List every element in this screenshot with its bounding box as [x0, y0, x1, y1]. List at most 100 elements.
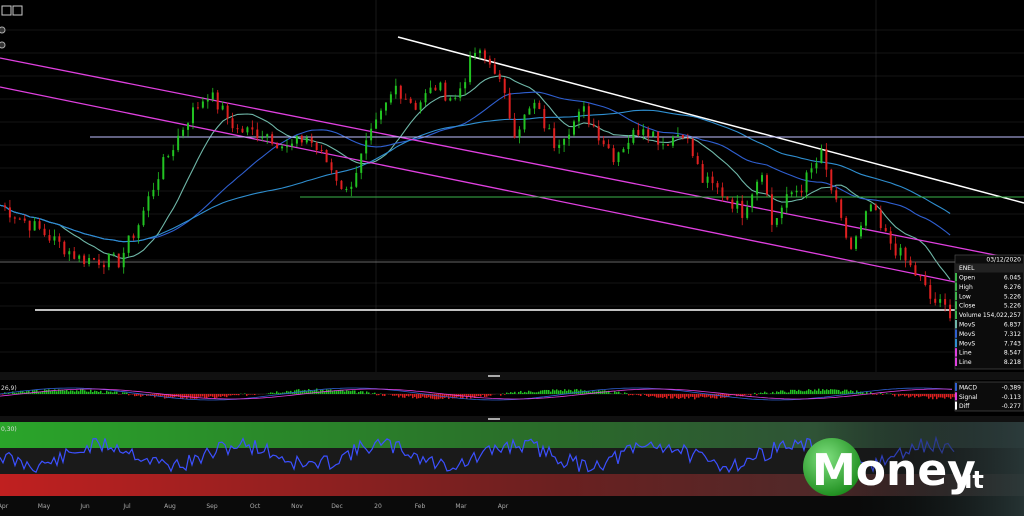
macd-bar: [626, 393, 628, 394]
candle-body: [414, 102, 417, 110]
panel-toggle-icon[interactable]: [0, 41, 6, 49]
macd-bar: [688, 394, 690, 399]
macd-bar: [646, 394, 648, 396]
price-panel: [0, 0, 1024, 416]
candle-body: [711, 176, 714, 184]
macd-bar: [554, 390, 556, 394]
macd-bar: [416, 394, 418, 399]
candle-body: [53, 236, 56, 241]
macd-bar: [214, 394, 216, 399]
candle-body: [820, 148, 823, 164]
macd-bar: [662, 394, 664, 398]
candle-body: [924, 276, 927, 286]
panel-toggle-icon[interactable]: [0, 26, 6, 34]
macd-bar: [762, 393, 764, 394]
macd-bar: [106, 390, 108, 394]
macd-bar: [414, 394, 416, 398]
macd-bar: [512, 392, 514, 394]
panel-splitter[interactable]: [0, 372, 1024, 380]
macd-bar: [926, 394, 928, 397]
candle-body: [276, 143, 279, 149]
macd-bar: [90, 389, 92, 394]
macd-bar: [856, 390, 858, 394]
candle-body: [429, 87, 432, 94]
macd-bar: [366, 391, 368, 394]
candle-body: [879, 210, 882, 229]
macd-bar: [882, 394, 884, 395]
macd-bar: [636, 394, 638, 395]
candle-body: [300, 135, 303, 143]
x-tick-label: Dec: [331, 503, 343, 510]
macd-bar: [438, 394, 440, 400]
candle-body: [419, 102, 422, 110]
candle-body: [201, 101, 204, 108]
macd-bar: [64, 390, 66, 394]
candle-body: [721, 187, 724, 197]
candle-body: [310, 137, 313, 143]
candle-body: [741, 200, 744, 218]
macd-bar: [766, 392, 768, 394]
candle-body: [320, 149, 323, 151]
macd-bar: [930, 394, 932, 398]
x-tick-label: Feb: [415, 503, 426, 510]
macd-bar: [274, 393, 276, 394]
macd-bar: [838, 389, 840, 394]
candle-body: [518, 129, 521, 138]
candle-body: [459, 88, 462, 98]
macd-bar: [716, 394, 718, 399]
candle-body: [97, 259, 100, 265]
candle-body: [93, 258, 96, 260]
macd-bar: [480, 394, 482, 397]
candle-body: [315, 142, 318, 150]
candle-body: [657, 131, 660, 145]
splitter-handle[interactable]: [488, 375, 500, 377]
candle-body: [394, 85, 397, 95]
candle-body: [439, 82, 442, 91]
candle-body: [88, 258, 91, 264]
macd-bar: [134, 394, 136, 397]
macd-bar: [254, 394, 256, 395]
candle-body: [533, 102, 536, 109]
candle-body: [622, 149, 625, 153]
candle-body: [572, 121, 575, 135]
candle-body: [28, 220, 31, 231]
macd-bar: [192, 394, 194, 399]
info-row-label: High: [959, 284, 973, 291]
candle-body: [810, 168, 813, 173]
macd-bar: [940, 394, 942, 398]
panel-splitter[interactable]: [0, 416, 1024, 422]
macd-bar: [946, 394, 948, 398]
macd-bar: [804, 391, 806, 394]
macd-bar: [814, 389, 816, 394]
candle-body: [290, 143, 293, 147]
splitter-handle[interactable]: [488, 418, 500, 420]
candle-body: [58, 236, 61, 242]
macd-bar: [222, 394, 224, 396]
candle-body: [404, 98, 407, 100]
macd-bar: [696, 394, 698, 398]
macd-bar: [482, 394, 484, 395]
candle-body: [107, 253, 110, 268]
macd-bar: [470, 394, 472, 399]
macd-bar: [826, 389, 828, 394]
macd-bar: [824, 390, 826, 394]
candle-body: [592, 124, 595, 127]
macd-bar: [610, 393, 612, 394]
macd-bar: [190, 394, 192, 399]
candle-body: [617, 152, 620, 163]
macd-bar: [314, 390, 316, 394]
macd-bar: [898, 394, 900, 397]
x-tick-label: Oct: [250, 503, 261, 510]
macd-bar: [28, 390, 30, 394]
macd-bar: [764, 391, 766, 394]
macd-bar: [574, 389, 576, 394]
candle-body: [830, 169, 833, 191]
macd-bar: [208, 394, 210, 397]
candle-body: [840, 199, 843, 218]
candle-body: [3, 205, 6, 208]
candle-body: [790, 192, 793, 195]
macd-bar: [664, 394, 666, 397]
candle-body: [295, 135, 298, 144]
info-row-label: Line: [959, 350, 972, 357]
info-row-swatch: [955, 348, 957, 357]
